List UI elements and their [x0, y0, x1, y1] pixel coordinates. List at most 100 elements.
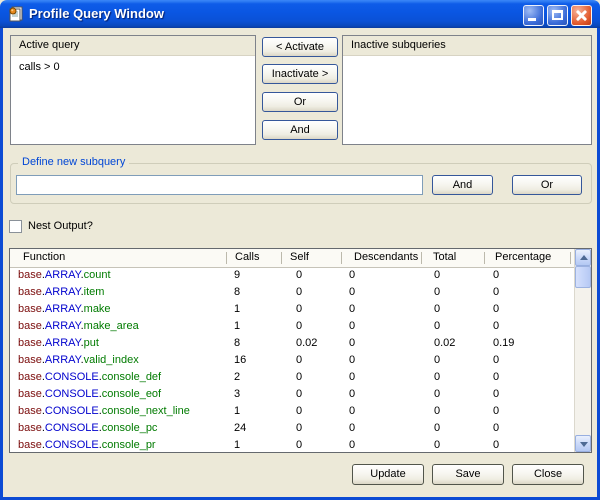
header-separator	[570, 252, 571, 264]
column-header-function[interactable]: Function	[23, 249, 65, 266]
cell-descendants: 0	[349, 352, 355, 369]
cell-self: 0	[296, 301, 302, 318]
table-row[interactable]: base.CONSOLE.console_pc 24 0 0 0 0	[10, 420, 574, 437]
function-name: base.ARRAY.valid_index	[18, 352, 139, 369]
nest-output-checkbox[interactable]	[9, 220, 22, 233]
cell-self: 0	[296, 318, 302, 335]
nest-output-label[interactable]: Nest Output?	[28, 220, 93, 232]
column-header-self[interactable]: Self	[290, 249, 309, 266]
function-module: base	[18, 303, 42, 315]
cell-total: 0	[434, 301, 440, 318]
cell-percentage: 0	[493, 420, 499, 437]
subquery-and-button[interactable]: And	[432, 175, 493, 195]
cell-calls: 9	[234, 267, 240, 284]
function-name: base.CONSOLE.console_eof	[18, 386, 161, 403]
cell-percentage: 0	[493, 301, 499, 318]
function-module: base	[18, 422, 42, 434]
cell-descendants: 0	[349, 369, 355, 386]
table-row[interactable]: base.CONSOLE.console_def 2 0 0 0 0	[10, 369, 574, 386]
arrow-down-icon	[580, 442, 588, 447]
active-query-item[interactable]: calls > 0	[11, 56, 255, 74]
function-class: ARRAY	[45, 286, 81, 298]
scrollbar-thumb[interactable]	[575, 266, 591, 288]
table-row[interactable]: base.ARRAY.count 9 0 0 0 0	[10, 267, 574, 284]
function-name: base.CONSOLE.console_next_line	[18, 403, 190, 420]
table-row[interactable]: base.ARRAY.make_area 1 0 0 0 0	[10, 318, 574, 335]
cell-total: 0	[434, 352, 440, 369]
arrow-up-icon	[580, 255, 588, 260]
or-button[interactable]: Or	[262, 92, 338, 112]
cell-percentage: 0	[493, 352, 499, 369]
column-header-percentage[interactable]: Percentage	[495, 249, 551, 266]
column-header-total[interactable]: Total	[433, 249, 456, 266]
cell-calls: 24	[234, 420, 246, 437]
maximize-button[interactable]	[547, 5, 568, 26]
cell-self: 0	[296, 386, 302, 403]
table-row[interactable]: base.CONSOLE.console_next_line 1 0 0 0 0	[10, 403, 574, 420]
save-button[interactable]: Save	[432, 464, 504, 485]
cell-calls: 1	[234, 301, 240, 318]
header-separator	[484, 252, 485, 264]
close-dialog-button[interactable]: Close	[512, 464, 584, 485]
column-header-calls[interactable]: Calls	[235, 249, 259, 266]
function-name: base.ARRAY.make_area	[18, 318, 139, 335]
header-separator	[226, 252, 227, 264]
function-module: base	[18, 337, 42, 349]
function-feature: put	[84, 337, 99, 349]
scroll-down-button[interactable]	[575, 435, 591, 452]
minimize-button[interactable]	[523, 5, 544, 26]
cell-total: 0	[434, 267, 440, 284]
cell-calls: 2	[234, 369, 240, 386]
table-row[interactable]: base.CONSOLE.console_pr 1 0 0 0 0	[10, 437, 574, 452]
function-feature: console_eof	[102, 388, 161, 400]
window-title: Profile Query Window	[29, 6, 164, 21]
function-name: base.ARRAY.make	[18, 301, 111, 318]
cell-descendants: 0	[349, 386, 355, 403]
table-row[interactable]: base.CONSOLE.console_eof 3 0 0 0 0	[10, 386, 574, 403]
table-row[interactable]: base.ARRAY.put 8 0.02 0 0.02 0.19	[10, 335, 574, 352]
subquery-input[interactable]	[16, 175, 423, 195]
results-table: Function Calls Self Descendants Total Pe…	[9, 248, 592, 453]
vertical-scrollbar[interactable]	[574, 249, 591, 452]
table-row[interactable]: base.ARRAY.item 8 0 0 0 0	[10, 284, 574, 301]
cell-descendants: 0	[349, 284, 355, 301]
subquery-or-button[interactable]: Or	[512, 175, 582, 195]
cell-percentage: 0	[493, 267, 499, 284]
cell-calls: 8	[234, 284, 240, 301]
titlebar[interactable]: Profile Query Window	[0, 0, 600, 28]
function-name: base.ARRAY.count	[18, 267, 111, 284]
activate-button[interactable]: < Activate	[262, 37, 338, 57]
cell-total: 0	[434, 369, 440, 386]
cell-percentage: 0	[493, 437, 499, 452]
cell-descendants: 0	[349, 403, 355, 420]
active-query-list[interactable]: calls > 0	[11, 56, 255, 74]
table-row[interactable]: base.ARRAY.valid_index 16 0 0 0 0	[10, 352, 574, 369]
function-module: base	[18, 388, 42, 400]
cell-percentage: 0.19	[493, 335, 514, 352]
and-button[interactable]: And	[262, 120, 338, 140]
table-header: Function Calls Self Descendants Total Pe…	[10, 249, 591, 268]
cell-self: 0	[296, 420, 302, 437]
cell-total: 0.02	[434, 335, 455, 352]
function-class: CONSOLE	[45, 388, 99, 400]
function-feature: console_pr	[102, 439, 156, 451]
column-header-descendants[interactable]: Descendants	[354, 249, 418, 266]
define-subquery-label: Define new subquery	[18, 156, 129, 168]
function-module: base	[18, 286, 42, 298]
cell-self: 0.02	[296, 335, 317, 352]
window-border-left	[0, 28, 3, 500]
cell-total: 0	[434, 386, 440, 403]
cell-percentage: 0	[493, 403, 499, 420]
cell-self: 0	[296, 284, 302, 301]
window-icon[interactable]	[8, 6, 24, 22]
header-separator	[421, 252, 422, 264]
inactivate-button[interactable]: Inactivate >	[262, 64, 338, 84]
cell-descendants: 0	[349, 301, 355, 318]
update-button[interactable]: Update	[352, 464, 424, 485]
scroll-up-button[interactable]	[575, 249, 591, 266]
cell-self: 0	[296, 267, 302, 284]
table-row[interactable]: base.ARRAY.make 1 0 0 0 0	[10, 301, 574, 318]
close-button[interactable]	[571, 5, 592, 26]
cell-percentage: 0	[493, 318, 499, 335]
table-body: base.ARRAY.count 9 0 0 0 0 base.ARRAY.it…	[10, 267, 574, 452]
